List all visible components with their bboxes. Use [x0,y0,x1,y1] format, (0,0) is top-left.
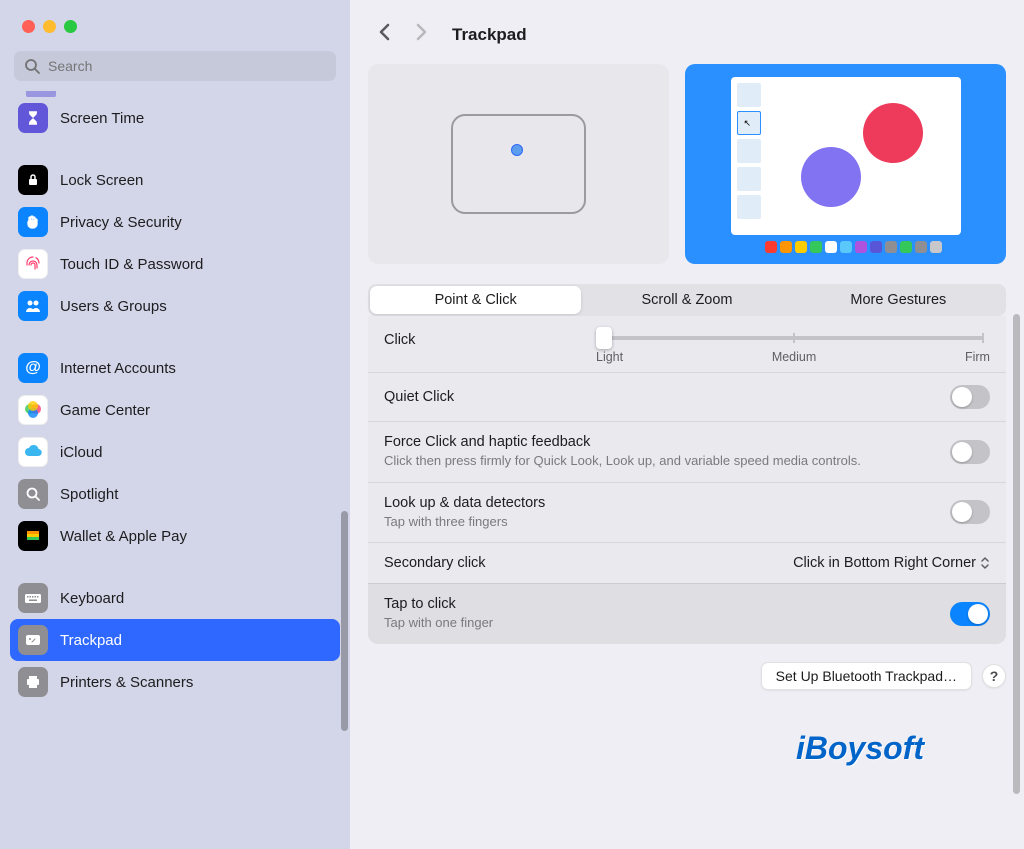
force-click-row: Force Click and haptic feedback Click th… [368,421,1006,482]
click-slider[interactable] [602,336,984,340]
sidebar-item-label: Screen Time [60,110,144,127]
trackpad-preview [368,64,669,264]
tab-segmented-control: Point & Click Scroll & Zoom More Gesture… [368,284,1006,316]
trackpad-shape [451,114,586,214]
sidebar-item-label: Focus [68,91,109,95]
lookup-sub: Tap with three fingers [384,513,934,531]
cursor-icon: ↖ [744,118,752,129]
sidebar-item-keyboard[interactable]: Keyboard [10,577,340,619]
secondary-click-row: Secondary click Click in Bottom Right Co… [368,542,1006,583]
chevron-updown-icon [980,556,990,570]
tab-point-click[interactable]: Point & Click [370,286,581,314]
main-content: Trackpad ↖ [350,0,1024,849]
close-window-button[interactable] [22,20,35,33]
watermark: iBoysoft [796,730,924,767]
sidebar-item-label: Trackpad [60,632,122,649]
magnifying-glass-icon [18,479,48,509]
quiet-click-row: Quiet Click [368,372,1006,421]
secondary-click-popup[interactable]: Click in Bottom Right Corner [793,555,990,571]
sidebar-scrollbar[interactable] [341,511,348,731]
slider-label-firm: Firm [965,350,990,364]
sidebar-item-label: Spotlight [60,486,118,503]
sidebar-item-wallet[interactable]: Wallet & Apple Pay [10,515,340,557]
sidebar: ◐ Focus Screen Time Lock Screen [0,0,350,849]
preview-dock [750,241,942,253]
sidebar-list[interactable]: ◐ Focus Screen Time Lock Screen [0,91,350,849]
hand-icon [18,207,48,237]
desktop-preview: ↖ [685,64,1006,264]
setup-bluetooth-trackpad-button[interactable]: Set Up Bluetooth Trackpad… [761,662,972,690]
tap-to-click-toggle[interactable] [950,602,990,626]
force-click-sub: Click then press firmly for Quick Look, … [384,452,934,470]
focus-icon: ◐ [26,91,56,97]
wallet-icon [18,521,48,551]
hourglass-icon [18,103,48,133]
sidebar-item-icloud[interactable]: iCloud [10,431,340,473]
slider-label-light: Light [596,350,623,364]
game-center-icon [18,395,48,425]
quiet-click-label: Quiet Click [384,389,934,405]
sidebar-item-users-groups[interactable]: Users & Groups [10,285,340,327]
slider-label-medium: Medium [772,350,816,364]
back-button[interactable] [374,18,396,52]
header: Trackpad [350,0,1024,64]
tap-to-click-sub: Tap with one finger [384,614,934,632]
sidebar-item-focus[interactable]: ◐ Focus [18,91,332,97]
sidebar-item-game-center[interactable]: Game Center [10,389,340,431]
sidebar-item-lock-screen[interactable]: Lock Screen [10,159,340,201]
sidebar-item-label: Internet Accounts [60,360,176,377]
tap-to-click-row: Tap to click Tap with one finger [368,583,1006,644]
tab-scroll-zoom[interactable]: Scroll & Zoom [581,286,792,314]
sidebar-item-label: Users & Groups [60,298,167,315]
keyboard-icon [18,583,48,613]
main-scrollbar[interactable] [1013,314,1020,794]
page-title: Trackpad [452,25,527,45]
sidebar-item-label: Wallet & Apple Pay [60,528,187,545]
sidebar-item-label: Printers & Scanners [60,674,193,691]
sidebar-item-touch-id[interactable]: Touch ID & Password [10,243,340,285]
fingerprint-icon [18,249,48,279]
secondary-click-value: Click in Bottom Right Corner [793,555,976,571]
sidebar-item-label: Privacy & Security [60,214,182,231]
lock-icon [18,165,48,195]
secondary-click-label: Secondary click [384,555,777,571]
search-input[interactable] [14,51,336,81]
sidebar-item-label: Touch ID & Password [60,256,203,273]
click-label: Click [384,328,584,348]
sidebar-item-label: iCloud [60,444,103,461]
click-strength-row: Click Light Medium Firm [368,316,1006,372]
sidebar-item-printers[interactable]: Printers & Scanners [10,661,340,703]
lookup-label: Look up & data detectors [384,495,934,511]
at-icon: @ [18,353,48,383]
trackpad-icon [18,625,48,655]
sidebar-item-label: Keyboard [60,590,124,607]
forward-button[interactable] [410,18,432,52]
slider-thumb[interactable] [596,327,612,349]
sidebar-item-internet-accounts[interactable]: @ Internet Accounts [10,347,340,389]
force-click-label: Force Click and haptic feedback [384,434,934,450]
tap-to-click-label: Tap to click [384,596,934,612]
quiet-click-toggle[interactable] [950,385,990,409]
zoom-window-button[interactable] [64,20,77,33]
sidebar-item-screen-time[interactable]: Screen Time [10,97,340,139]
lookup-toggle[interactable] [950,500,990,524]
sidebar-item-label: Lock Screen [60,172,143,189]
trackpad-touch-dot [511,144,523,156]
printer-icon [18,667,48,697]
settings-panel: Click Light Medium Firm [368,316,1006,644]
force-click-toggle[interactable] [950,440,990,464]
cloud-icon [18,437,48,467]
preview-row: ↖ [350,64,1024,264]
sidebar-item-spotlight[interactable]: Spotlight [10,473,340,515]
lookup-row: Look up & data detectors Tap with three … [368,482,1006,543]
sidebar-item-privacy-security[interactable]: Privacy & Security [10,201,340,243]
users-icon [18,291,48,321]
sidebar-item-trackpad[interactable]: Trackpad [10,619,340,661]
help-button[interactable]: ? [982,664,1006,688]
footer: Set Up Bluetooth Trackpad… ? [350,644,1024,690]
window-controls [0,0,350,45]
sidebar-item-label: Game Center [60,402,150,419]
minimize-window-button[interactable] [43,20,56,33]
tab-more-gestures[interactable]: More Gestures [793,286,1004,314]
